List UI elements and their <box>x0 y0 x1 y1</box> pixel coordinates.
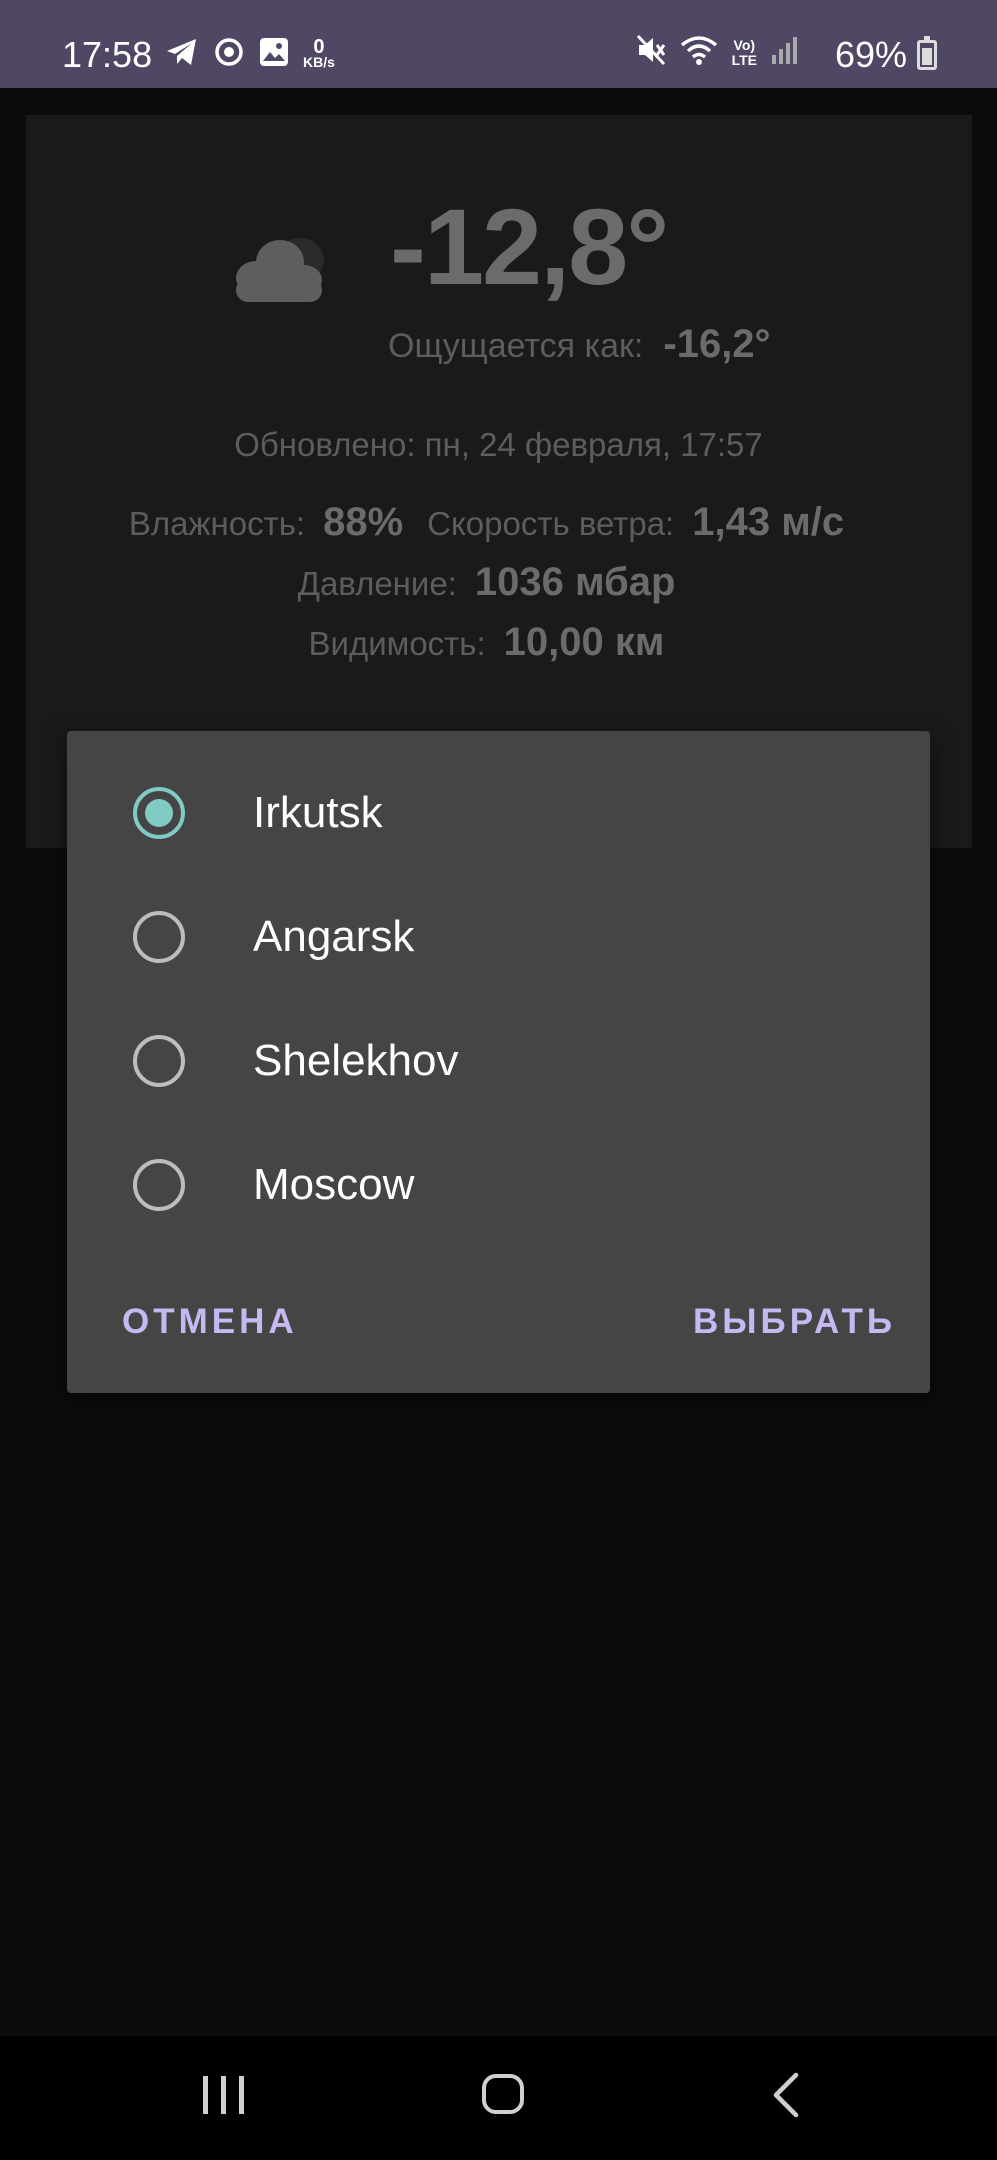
visibility-label: Видимость: <box>308 625 486 662</box>
radio-button-checked[interactable] <box>133 787 185 839</box>
telegram-icon <box>165 36 199 73</box>
wind-label: Скорость ветра: <box>427 505 675 542</box>
radio-button[interactable] <box>133 911 185 963</box>
city-option-label: Moscow <box>253 1160 415 1209</box>
cloud-icon <box>222 230 342 315</box>
status-time: 17:58 <box>62 34 153 75</box>
wind-value: 1,43 м/с <box>692 500 845 544</box>
pressure-value: 1036 мбар <box>474 560 676 604</box>
city-option-label: Irkutsk <box>253 788 383 837</box>
pressure-row: Давление: 1036 мбар <box>0 560 997 605</box>
status-icons-right: Vo) LTE <box>636 34 797 71</box>
navigation-bar <box>0 2036 997 2160</box>
city-option-shelekhov[interactable]: Shelekhov <box>67 999 930 1123</box>
feels-like: Ощущается как: -16,2° <box>388 322 771 367</box>
updated-row: Обновлено: пн, 24 февраля, 17:57 <box>0 426 997 464</box>
humidity-value: 88% <box>323 500 404 544</box>
city-picker-dialog: Irkutsk Angarsk Shelekhov Moscow <box>67 731 930 1393</box>
visibility-value: 10,00 км <box>503 620 665 664</box>
signal-icon <box>771 35 797 70</box>
volte-label-bottom: LTE <box>731 51 757 68</box>
gallery-icon <box>259 37 289 72</box>
sync-icon <box>213 36 245 73</box>
volte-icon: Vo) LTE <box>731 36 757 68</box>
home-icon[interactable] <box>482 2074 524 2114</box>
volte-label-top: Vo) <box>733 36 756 53</box>
city-option-irkutsk[interactable]: Irkutsk <box>67 751 930 875</box>
wifi-icon <box>680 34 718 71</box>
mute-icon <box>636 34 666 71</box>
cancel-button[interactable]: ОТМЕНА <box>122 1302 298 1342</box>
temperature: -12,8° <box>390 186 669 307</box>
network-speed: 0 KB/s <box>303 35 335 70</box>
radio-button[interactable] <box>133 1035 185 1087</box>
back-icon[interactable] <box>770 2072 800 2123</box>
visibility-row: Видимость: 10,00 км <box>0 620 997 665</box>
city-option-label: Shelekhov <box>253 1036 459 1085</box>
updated-value: пн, 24 февраля, 17:57 <box>424 426 763 463</box>
city-option-label: Angarsk <box>253 912 415 961</box>
recents-icon[interactable] <box>203 2076 244 2114</box>
city-option-moscow[interactable]: Moscow <box>67 1123 930 1247</box>
battery-percent: 69% <box>834 34 907 75</box>
humidity-label: Влажность: <box>128 505 306 542</box>
status-icons-left: 0 KB/s <box>165 36 335 73</box>
battery-icon <box>917 36 937 70</box>
updated-label: Обновлено: <box>234 426 416 463</box>
pressure-label: Давление: <box>297 565 457 602</box>
feels-like-label: Ощущается как: <box>388 327 644 365</box>
select-button[interactable]: ВЫБРАТЬ <box>693 1302 896 1342</box>
radio-button[interactable] <box>133 1159 185 1211</box>
feels-like-value: -16,2° <box>663 322 771 366</box>
network-speed-unit: KB/s <box>303 53 335 70</box>
network-speed-value: 0 <box>313 35 325 58</box>
status-bar: 17:58 0 KB/s Vo) LTE 69% <box>0 0 997 88</box>
city-option-angarsk[interactable]: Angarsk <box>67 875 930 999</box>
humidity-wind-row: Влажность: 88% Скорость ветра: 1,43 м/с <box>0 500 997 545</box>
